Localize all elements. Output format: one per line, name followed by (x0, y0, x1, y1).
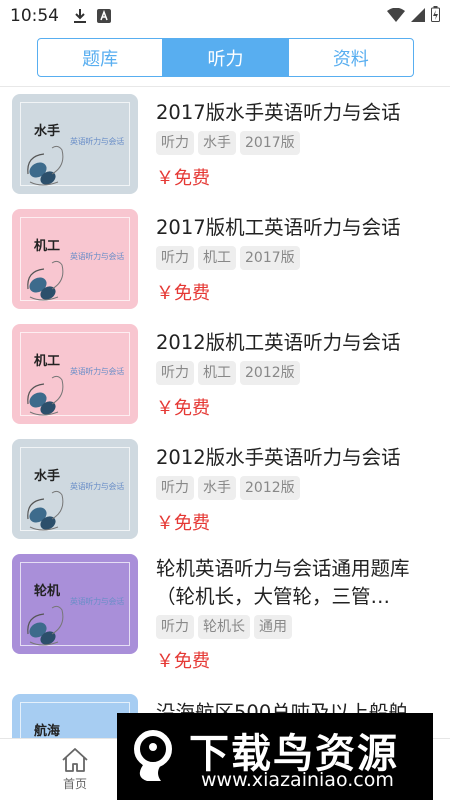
nav-home-label: 首页 (62, 777, 87, 791)
course-title: 2017版机工英语听力与会话 (156, 216, 401, 239)
headphones-icon (27, 605, 64, 646)
bird-logo-icon (134, 730, 172, 781)
tag-list: 听力 水手 2012版 (156, 476, 300, 500)
tag: 2017版 (240, 131, 300, 155)
tag: 2017版 (240, 246, 300, 270)
tag: 水手 (198, 131, 236, 155)
tag: 轮机长 (198, 615, 250, 639)
headphones-icon (27, 375, 64, 416)
course-title: 轮机英语听力与会话通用题库（轮机长，大管轮，三管… (156, 557, 410, 608)
tab-question-bank[interactable]: 题库 (38, 39, 164, 76)
course-title: 2017版水手英语听力与会话 (156, 101, 401, 124)
tag-list: 听力 机工 2017版 (156, 246, 300, 270)
price-label: ￥免费 (156, 513, 210, 534)
watermark-banner: 下载鸟资源 www.xiazainiao.com (117, 713, 433, 800)
thumbnail-title: 水手 (34, 469, 61, 484)
tag: 机工 (198, 246, 236, 270)
tag: 听力 (156, 615, 194, 639)
course-list: 水手 英语听力与会话 2017版水手英语听力与会话 听力 水手 2017版 ￥免费 机工 英语听… (0, 87, 450, 800)
battery-icon (431, 6, 440, 26)
tag: 听力 (156, 246, 194, 270)
list-item[interactable]: 轮机 英语听力与会话 轮机英语听力与会话通用题库（轮机长，大管轮，三管… 听力 轮机长通… (0, 547, 450, 687)
status-time: 10:54 (10, 6, 59, 26)
course-thumbnail: 水手 英语听力与会话 (12, 94, 138, 194)
tab-listening[interactable]: 听力 (163, 39, 289, 76)
tag-list: 听力 机工 2012版 (156, 361, 300, 385)
tag: 通用 (254, 615, 292, 639)
tag: 机工 (198, 361, 236, 385)
tag-list: 听力 水手 2017版 (156, 131, 300, 155)
course-thumbnail: 轮机 英语听力与会话 (12, 554, 138, 654)
signal-icon (411, 7, 425, 26)
thumbnail-title: 机工 (34, 354, 61, 369)
tag: 2012版 (240, 476, 300, 500)
home-icon (62, 748, 88, 772)
headphones-icon (27, 490, 64, 531)
tag: 水手 (198, 476, 236, 500)
tab-materials[interactable]: 资料 (289, 39, 413, 76)
tag: 2012版 (240, 361, 300, 385)
wifi-icon (387, 7, 405, 26)
headphones-icon (27, 260, 64, 301)
banner-url: www.xiazainiao.com (201, 769, 394, 791)
tag: 听力 (156, 131, 194, 155)
list-item[interactable]: 水手 英语听力与会话 2012版水手英语听力与会话 听力 水手 2012版 ￥免费 (0, 432, 450, 547)
tag: 听力 (156, 476, 194, 500)
thumbnail-title: 航海 (34, 724, 61, 739)
price-label: ￥免费 (156, 651, 210, 672)
thumbnail-title: 机工 (34, 239, 61, 254)
course-title: 2012版机工英语听力与会话 (156, 331, 401, 354)
thumbnail-title: 水手 (34, 124, 61, 139)
list-item[interactable]: 机工 英语听力与会话 2012版机工英语听力与会话 听力 机工 2012版 ￥免费 (0, 317, 450, 432)
price-label: ￥免费 (156, 283, 210, 304)
status-bar: 10:54 (0, 0, 450, 32)
course-thumbnail: 机工 英语听力与会话 (12, 324, 138, 424)
download-icon (73, 8, 87, 24)
course-thumbnail: 机工 英语听力与会话 (12, 209, 138, 309)
status-icons (387, 6, 440, 26)
app-notification-icon (97, 9, 111, 23)
price-label: ￥免费 (156, 168, 210, 189)
headphones-icon (27, 145, 64, 186)
course-title: 2012版水手英语听力与会话 (156, 446, 401, 469)
thumbnail-title: 轮机 (34, 584, 61, 599)
course-thumbnail: 水手 英语听力与会话 (12, 439, 138, 539)
price-label: ￥免费 (156, 398, 210, 419)
tag-list: 听力 轮机长 通用 (156, 615, 292, 639)
nav-home[interactable]: 首页 (52, 747, 98, 792)
list-item[interactable]: 水手 英语听力与会话 2017版水手英语听力与会话 听力 水手 2017版 ￥免费 (0, 87, 450, 202)
list-item[interactable]: 机工 英语听力与会话 2017版机工英语听力与会话 听力 机工 2017版 ￥免费 (0, 202, 450, 317)
segmented-tabs: 题库 听力 资料 (37, 38, 414, 77)
tag: 听力 (156, 361, 194, 385)
